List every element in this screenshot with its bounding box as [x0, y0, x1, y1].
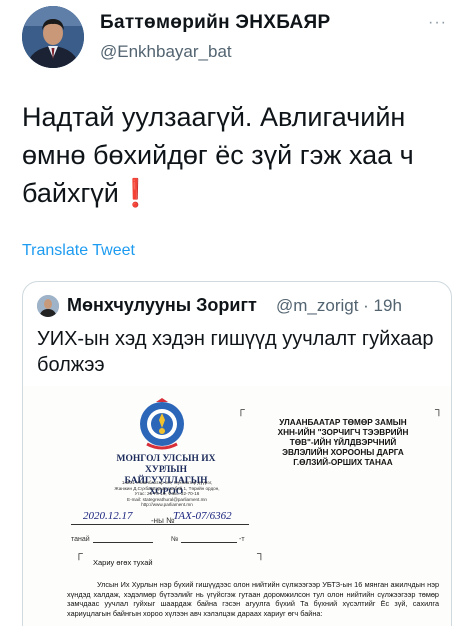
letter-subject: Хариу өгөх тухай: [93, 558, 153, 567]
organization-address: 14201 Улаанбаатар хот, Сүхбаатар дүүрэг,…: [107, 480, 227, 508]
tweet-text-content: Надтай уулзаагүй. Авлигачийн өмнө бөхийд…: [22, 102, 414, 208]
author-avatar[interactable]: [22, 6, 84, 68]
subject-bracket-left: ┌: [75, 548, 83, 560]
author-name[interactable]: Баттөмөрийн ЭНХБАЯР: [100, 12, 330, 34]
exclamation-emoji: ❗: [118, 178, 153, 208]
quoted-author-photo-icon: [37, 295, 59, 317]
corner-bracket-left: ┌: [237, 404, 245, 416]
reference-row: танай № -т: [71, 536, 251, 548]
recipient-line: ТӨВ"-ИЙН ҮЙЛДВЭРЧНИЙ: [289, 438, 397, 447]
address-line: http://www.parliament.mn: [141, 502, 193, 508]
tanai-label: танай: [71, 536, 90, 543]
attached-letter-image[interactable]: МОНГОЛ УЛСЫН ИХ ХУРЛЫН БАЙГУУЛЛАГЫН ХОРО…: [23, 386, 451, 626]
org-line-1: МОНГОЛ УЛСЫН ИХ ХУРЛЫН: [116, 454, 216, 475]
recipient-line: УЛААНБААТАР ТӨМӨР ЗАМЫН: [279, 418, 407, 427]
author-photo-icon: [22, 6, 84, 68]
subject-bracket-right: ┐: [257, 548, 265, 560]
address-line: 14201 Улаанбаатар хот, Сүхбаатар дүүрэг,: [121, 480, 213, 485]
t-label: -т: [239, 536, 245, 543]
recipient-block: УЛААНБААТАР ТӨМӨР ЗАМЫН ХНН-ИЙН "ЗОРЧИГЧ…: [245, 418, 441, 468]
quoted-author-handle[interactable]: @m_zorigt · 19h: [276, 296, 402, 316]
more-options-icon[interactable]: ···: [428, 14, 447, 32]
date-underline: [71, 524, 249, 525]
no-line: [181, 542, 237, 543]
quoted-author-name[interactable]: Мөнхчулууны Зоригт: [67, 295, 257, 316]
tweet: Баттөмөрийн ЭНХБАЯР @Enkhbayar_bat ··· Н…: [0, 0, 474, 626]
handwritten-date: 2020.12.17: [83, 510, 133, 522]
no-label: №: [171, 536, 179, 543]
author-handle[interactable]: @Enkhbayar_bat: [100, 42, 232, 62]
translate-tweet-link[interactable]: Translate Tweet: [22, 242, 135, 260]
quoted-author-avatar[interactable]: [37, 295, 59, 317]
letter-paragraph: Улсын Их Хурлын нэр бүхий гишүүдээс олон…: [67, 580, 439, 618]
quoted-tweet-text: УИХ-ын хэд хэдэн гишүүд уучлалт гуйхаар …: [37, 328, 434, 376]
quoted-tweet[interactable]: Мөнхчулууны Зоригт @m_zorigt · 19h УИХ-ы…: [22, 281, 452, 626]
tanai-line: [93, 542, 153, 543]
handwritten-document-number: ТАХ-07/6362: [173, 510, 232, 522]
recipient-line: ХНН-ИЙН "ЗОРЧИГЧ ТЭЭВРИЙН: [277, 428, 409, 437]
recipient-line: Г.ӨЛЗИЙ-ОРШИХ ТАНАА: [293, 458, 393, 467]
tweet-text: Надтай уулзаагүй. Авлигачийн өмнө бөхийд…: [22, 98, 452, 212]
state-emblem-icon: [140, 398, 184, 450]
date-number-row: 2020.12.17 -ны № ТАХ-07/6362: [71, 510, 251, 528]
corner-bracket-right: ┐: [435, 404, 443, 416]
recipient-line: ЭВЛЭЛИЙН ХОРООНЫ ДАРГА: [282, 448, 404, 457]
